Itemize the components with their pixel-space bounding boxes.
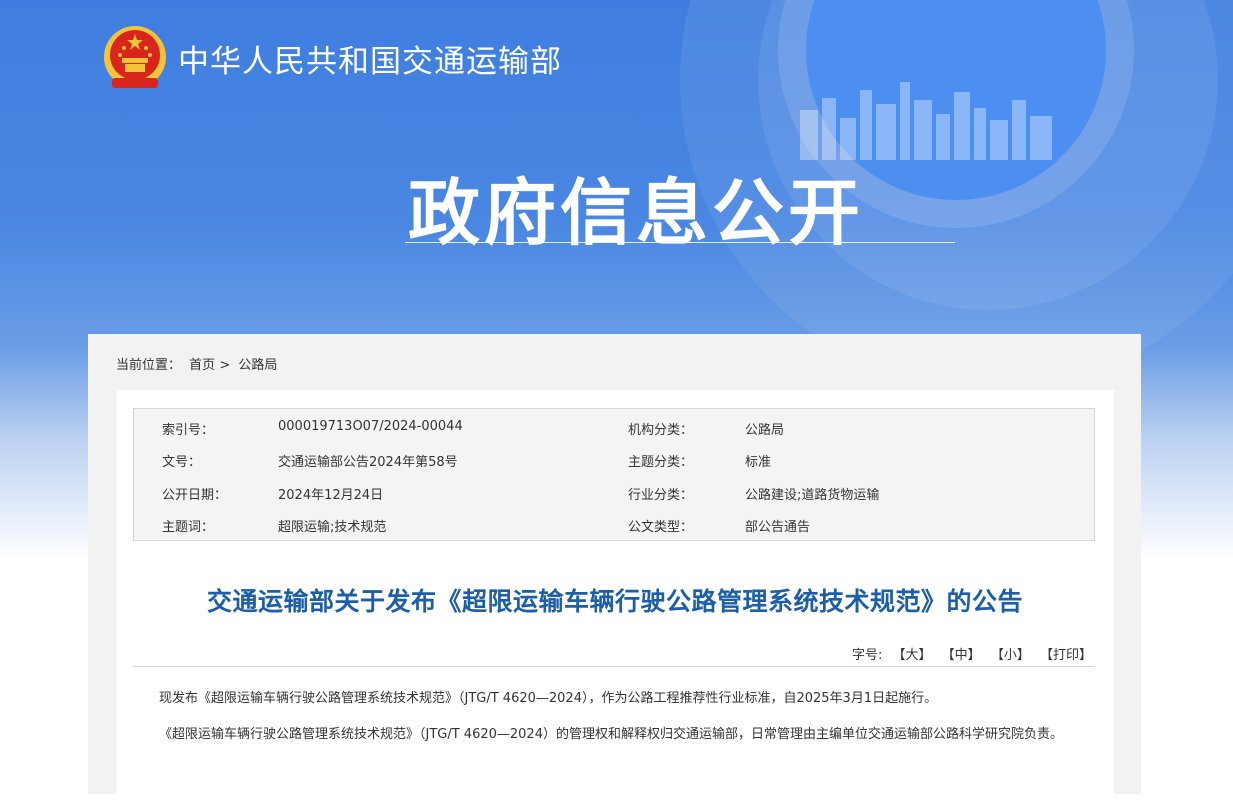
doc-number-label: 文号：	[162, 455, 202, 470]
main-content: 当前位置： 首页 > 公路局 索引号： 000019713O07/2024-00…	[88, 334, 1141, 810]
industry-value: 公路建设;道路货物运输	[745, 488, 880, 503]
font-size-controls: 字号: 【大】 【中】 【小】 【打印】	[852, 644, 1092, 663]
city-skyline-icon	[800, 82, 1052, 160]
divider	[133, 666, 1095, 667]
keywords-value: 超限运输;技术规范	[278, 520, 387, 535]
breadcrumb-home-link[interactable]: 首页	[189, 358, 215, 373]
font-size-label: 字号:	[851, 648, 883, 663]
font-large-button[interactable]: 【大】	[893, 648, 932, 663]
theme-value: 标准	[745, 455, 772, 470]
publish-date-value: 2024年12月24日	[278, 488, 384, 503]
article-title: 交通运输部关于发布《超限运输车辆行驶公路管理系统技术规范》的公告	[206, 587, 1023, 616]
publish-date-label: 公开日期：	[162, 488, 228, 503]
breadcrumb-separator: >	[219, 358, 231, 373]
doc-type-label: 公文类型：	[628, 520, 694, 535]
title-underline	[405, 242, 955, 243]
keywords-label: 主题词：	[162, 520, 215, 535]
font-medium-button[interactable]: 【中】	[942, 648, 981, 663]
index-label: 索引号：	[162, 423, 215, 438]
doc-number-value: 交通运输部公告2024年第58号	[278, 455, 458, 470]
theme-label: 主题分类：	[628, 455, 694, 470]
doc-type-value: 部公告通告	[745, 520, 811, 535]
article-card: 索引号： 000019713O07/2024-00044 机构分类： 公路局 文…	[116, 390, 1114, 810]
page-title: 政府信息公开	[408, 171, 865, 255]
metadata-table: 索引号： 000019713O07/2024-00044 机构分类： 公路局 文…	[133, 408, 1095, 541]
breadcrumb-current-link[interactable]: 公路局	[238, 358, 277, 373]
print-button[interactable]: 【打印】	[1040, 648, 1092, 663]
site-name[interactable]: 中华人民共和国交通运输部	[178, 36, 562, 81]
font-small-button[interactable]: 【小】	[991, 648, 1030, 663]
article-paragraph: 现发布《超限运输车辆行驶公路管理系统技术规范》（JTG/T 4620—2024）…	[159, 691, 938, 706]
org-value: 公路局	[745, 423, 785, 438]
breadcrumb-prefix: 当前位置：	[116, 358, 182, 373]
index-value: 000019713O07/2024-00044	[278, 419, 463, 434]
national-emblem-icon	[104, 26, 166, 88]
breadcrumb: 当前位置： 首页 > 公路局	[116, 354, 277, 373]
org-label: 机构分类：	[628, 423, 694, 438]
industry-label: 行业分类：	[628, 488, 694, 503]
article-paragraph: 《超限运输车辆行驶公路管理系统技术规范》（JTG/T 4620—2024）的管理…	[159, 727, 1063, 742]
